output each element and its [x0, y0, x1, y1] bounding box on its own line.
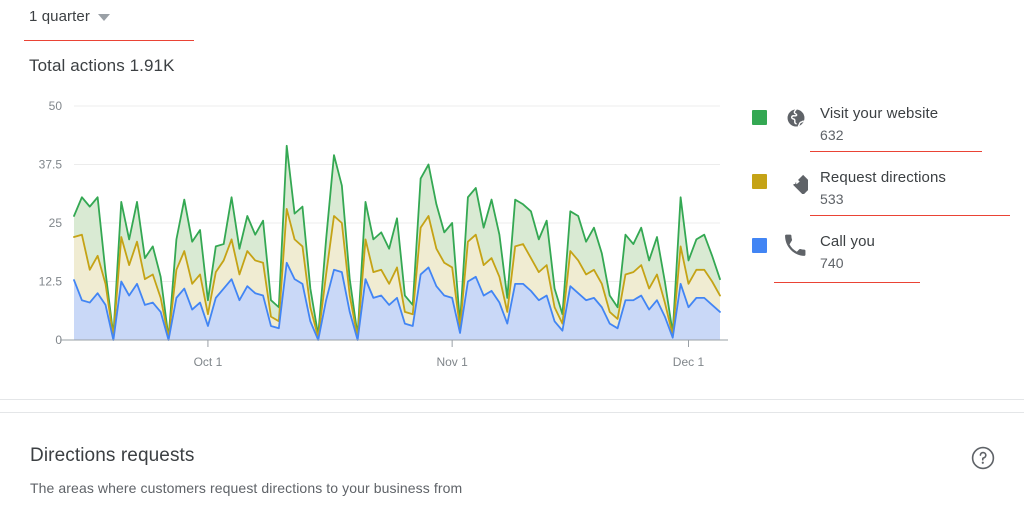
svg-text:Oct 1: Oct 1	[194, 355, 223, 369]
directions-requests-subtitle: The areas where customers request direct…	[30, 480, 463, 496]
svg-text:Dec 1: Dec 1	[673, 355, 705, 369]
legend-label: Visit your website	[820, 105, 939, 122]
globe-icon	[784, 106, 808, 130]
actions-area-chart[interactable]: 0 12.5 25 37.5 50 Oct 1 Nov 1 Dec 1	[0, 96, 740, 386]
svg-text:12.5: 12.5	[39, 275, 63, 289]
legend-value: 533	[820, 191, 844, 207]
chart-legend: Visit your website 632 Request direction…	[752, 104, 1014, 296]
legend-underline-call	[774, 282, 920, 283]
legend-text-visit-your-website: Visit your website 632	[820, 104, 938, 146]
legend-swatch-green	[752, 110, 767, 125]
period-selector-label: 1 quarter	[29, 8, 90, 25]
legend-item-call-you[interactable]: Call you 740	[752, 232, 1014, 283]
svg-text:25: 25	[49, 216, 63, 230]
legend-swatch-yellow	[752, 174, 767, 189]
svg-text:50: 50	[49, 99, 63, 113]
phone-icon	[784, 234, 808, 258]
legend-underline-website	[810, 151, 982, 152]
insights-page: 1 quarter Total actions 1.91K 0 12.5 25 37.…	[0, 0, 1024, 513]
legend-label: Request directions	[820, 169, 947, 186]
chevron-down-icon	[97, 14, 110, 21]
chart-svg: 012.52537.550 Oct 1 Nov 1 Dec 1	[39, 99, 728, 369]
chart-y-axis-labels: 012.52537.550	[39, 99, 63, 347]
total-actions-label: Total actions 1.91K	[29, 56, 175, 75]
legend-value: 740	[820, 255, 844, 271]
legend-item-visit-your-website[interactable]: Visit your website 632	[752, 104, 1014, 152]
directions-requests-card: Directions requests The areas where cust…	[0, 412, 1024, 513]
svg-text:37.5: 37.5	[39, 158, 63, 172]
chart-x-axis	[60, 339, 728, 347]
legend-text-request-directions: Request directions 533	[820, 168, 946, 210]
legend-text-call-you: Call you 740	[820, 232, 875, 274]
period-selector-underline	[24, 40, 194, 41]
period-selector[interactable]: 1 quarter	[29, 8, 110, 25]
legend-value: 632	[820, 127, 844, 143]
chart-x-axis-labels: Oct 1 Nov 1 Dec 1	[194, 355, 705, 369]
directions-icon	[784, 170, 814, 195]
legend-swatch-blue	[752, 238, 767, 253]
legend-label: Call you	[820, 233, 875, 250]
legend-underline-directions	[810, 215, 1010, 216]
svg-text:Nov 1: Nov 1	[436, 355, 468, 369]
directions-requests-title: Directions requests	[30, 445, 195, 466]
help-circle-icon[interactable]	[970, 445, 996, 471]
legend-item-request-directions[interactable]: Request directions 533	[752, 168, 1014, 216]
